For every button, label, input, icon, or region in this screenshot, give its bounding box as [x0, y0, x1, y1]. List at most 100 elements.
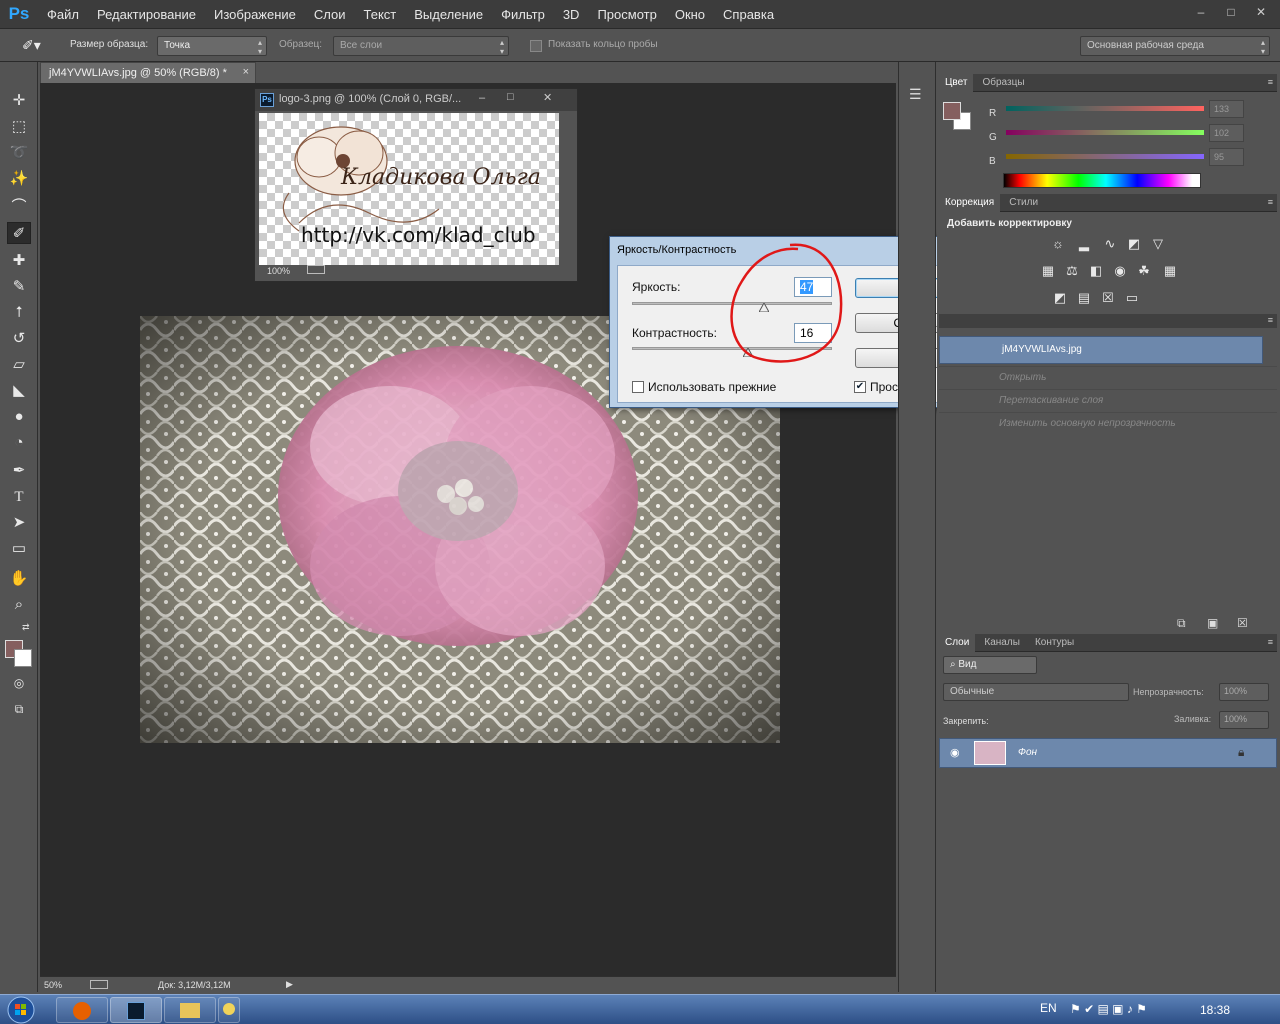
gradient-map-icon[interactable]: ▭ [1123, 290, 1141, 306]
red-slider-track[interactable] [1006, 106, 1204, 111]
restore-icon[interactable]: □ [507, 91, 514, 103]
menu-3d[interactable]: 3D [554, 7, 589, 22]
history-item[interactable]: Перетаскивание слоя [939, 389, 1277, 412]
close-icon[interactable]: ✕ [543, 91, 552, 104]
paint-bucket-icon[interactable]: ◣ [7, 380, 31, 402]
dodge-tool-icon[interactable]: ◔ [7, 432, 31, 454]
menu-image[interactable]: Изображение [205, 7, 305, 22]
color-spectrum-bar[interactable] [1003, 173, 1201, 188]
panel-menu-icon[interactable]: ≡ [1268, 637, 1273, 647]
tab-channels[interactable]: Каналы [978, 634, 1026, 652]
green-slider-track[interactable] [1006, 130, 1204, 135]
menu-file[interactable]: Файл [38, 7, 88, 22]
panel-menu-icon[interactable]: ≡ [1268, 197, 1273, 207]
layer-filter-select[interactable]: ⌕ Вид [943, 656, 1037, 674]
crop-tool-icon[interactable]: ⌒ [7, 196, 31, 218]
tab-layers[interactable]: Слои [939, 634, 976, 652]
quick-mask-icon[interactable]: ◎ [7, 672, 31, 694]
layer-row-background[interactable]: ◉ Фон 🔒︎ [939, 738, 1277, 768]
menu-type[interactable]: Текст [355, 7, 406, 22]
close-icon[interactable]: × [243, 66, 249, 78]
fill-input[interactable]: 100% [1219, 711, 1269, 729]
start-button[interactable] [6, 995, 46, 1024]
exposure-icon[interactable]: ◩ [1125, 236, 1143, 252]
logo-document-window[interactable]: Ps logo-3.png @ 100% (Слой 0, RGB/... – … [254, 88, 578, 282]
history-snapshot[interactable]: jM4YVWLIAvs.jpg [939, 336, 1263, 364]
sample-size-select[interactable]: Точка ▴ ▾ [157, 36, 267, 56]
eye-visibility-icon[interactable]: ◉ [950, 746, 960, 759]
menu-select[interactable]: Выделение [405, 7, 492, 22]
tab-adjustments[interactable]: Коррекция [939, 194, 1001, 212]
status-icon[interactable] [90, 980, 108, 989]
history-brush-icon[interactable]: ↺ [7, 328, 31, 350]
path-selection-icon[interactable]: ➤ [7, 512, 31, 534]
sample-select[interactable]: Все слои ▴ ▾ [333, 36, 509, 56]
zoom-level[interactable]: 50% [44, 980, 62, 990]
language-indicator[interactable]: EN [1040, 1001, 1057, 1015]
menu-help[interactable]: Справка [714, 7, 783, 22]
document-tab[interactable]: jM4YVWLIAvs.jpg @ 50% (RGB/8) * × [40, 62, 256, 83]
curves-icon[interactable]: ∿ [1101, 236, 1119, 252]
logo-window-titlebar[interactable]: Ps logo-3.png @ 100% (Слой 0, RGB/... – … [255, 89, 577, 111]
panel-menu-icon[interactable]: ≡ [1268, 77, 1273, 87]
magic-wand-icon[interactable]: ✨ [7, 168, 31, 190]
green-slider[interactable]: G 102 [989, 124, 1259, 150]
black-white-icon[interactable]: ◧ [1087, 263, 1105, 279]
use-legacy-checkbox[interactable] [632, 381, 644, 393]
minimize-icon[interactable]: – [1188, 2, 1214, 22]
type-tool-icon[interactable]: T [7, 486, 31, 508]
channel-mixer-icon[interactable]: ☘ [1135, 263, 1153, 279]
brightness-icon[interactable]: ☼ [1049, 236, 1067, 252]
tab-paths[interactable]: Контуры [1029, 634, 1080, 652]
restore-icon[interactable]: □ [1218, 2, 1244, 22]
status-icon[interactable] [306, 265, 325, 274]
invert-icon[interactable]: ◩ [1051, 290, 1069, 306]
brush-tool-icon[interactable]: ✎ [7, 276, 31, 298]
menu-view[interactable]: Просмотр [588, 7, 665, 22]
menu-window[interactable]: Окно [666, 7, 714, 22]
tray-icons[interactable]: ⚑ ✔ ▤ ▣ ♪ ⚑ [1070, 1002, 1147, 1016]
paint-taskbar-button[interactable] [218, 997, 240, 1023]
swap-colors-icon[interactable]: ⇄ [22, 622, 30, 633]
photo-filter-icon[interactable]: ◉ [1111, 263, 1129, 279]
blue-slider[interactable]: B 95 [989, 148, 1259, 174]
clone-stamp-icon[interactable]: ⭡ [7, 302, 31, 324]
menu-layers[interactable]: Слои [305, 7, 355, 22]
history-panel-icon[interactable]: ☰ [909, 86, 922, 103]
opacity-input[interactable]: 100% [1219, 683, 1269, 701]
move-tool-icon[interactable]: ✛ [7, 90, 31, 112]
preview-checkbox[interactable]: ✔ [854, 381, 866, 393]
eyedropper-preset-icon[interactable]: ✐▾ [22, 37, 50, 55]
explorer-taskbar-button[interactable] [164, 997, 216, 1023]
rectangle-tool-icon[interactable]: ▭ [7, 538, 31, 560]
new-document-from-state-icon[interactable]: ⧉ [1177, 616, 1186, 631]
minimize-icon[interactable]: – [479, 92, 485, 104]
color-lookup-icon[interactable]: ▦ [1161, 263, 1179, 279]
foreground-color-swatch[interactable] [943, 102, 961, 120]
history-item[interactable]: Изменить основную непрозрачность [939, 412, 1277, 435]
firefox-taskbar-button[interactable] [56, 997, 108, 1023]
tab-color[interactable]: Цвет [939, 74, 974, 92]
blend-mode-select[interactable]: Обычные [943, 683, 1129, 701]
marquee-tool-icon[interactable]: ⬚ [7, 116, 31, 138]
blue-value[interactable]: 95 [1209, 148, 1244, 166]
history-item[interactable]: Открыть [939, 366, 1277, 389]
blur-tool-icon[interactable]: ● [7, 406, 31, 428]
color-balance-icon[interactable]: ⚖ [1063, 263, 1081, 279]
logo-canvas[interactable]: Кладикова Ольга http://vk.com/klad_club [259, 113, 559, 265]
clock[interactable]: 18:38 [1200, 1003, 1230, 1017]
green-value[interactable]: 102 [1209, 124, 1244, 142]
panel-menu-icon[interactable]: ≡ [1268, 315, 1273, 325]
lasso-tool-icon[interactable]: ➰ [7, 142, 31, 164]
hue-saturation-icon[interactable]: ▦ [1039, 263, 1057, 279]
posterize-icon[interactable]: ▤ [1075, 290, 1093, 306]
zoom-tool-icon[interactable]: ⌕ [7, 594, 31, 616]
vibrance-icon[interactable]: ▽ [1149, 236, 1167, 252]
workspace-select[interactable]: Основная рабочая среда ▴ ▾ [1080, 36, 1270, 56]
photoshop-taskbar-button[interactable] [110, 997, 162, 1023]
tab-styles[interactable]: Стили [1003, 194, 1044, 212]
screen-mode-icon[interactable]: ⧉ [7, 698, 31, 720]
tab-swatches[interactable]: Образцы [976, 74, 1030, 92]
chevron-right-icon[interactable]: ▶ [286, 979, 293, 990]
blue-slider-track[interactable] [1006, 154, 1204, 159]
